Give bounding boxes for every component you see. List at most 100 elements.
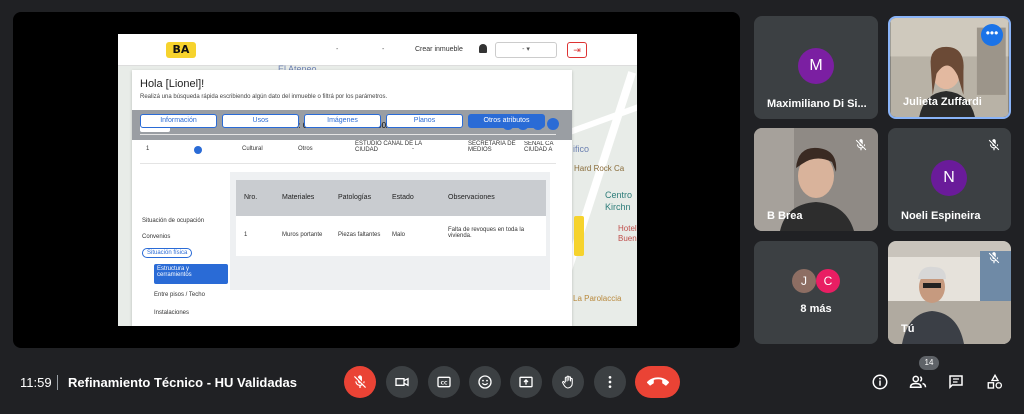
camera-toggle-button[interactable] — [386, 366, 418, 398]
map-label: Kirchn — [605, 202, 631, 212]
th-nro: Nro. — [244, 194, 258, 201]
avatar: N — [931, 160, 967, 196]
more-options-icon[interactable]: ••• — [981, 24, 1003, 46]
captions-icon: CC — [437, 376, 451, 388]
map-label: Hotel — [618, 224, 637, 233]
info-senal: SEÑAL CA CIUDAD A — [524, 141, 554, 153]
chat-button[interactable] — [946, 372, 966, 392]
info-otros: Otros — [298, 146, 313, 152]
bell-icon[interactable] — [479, 44, 487, 53]
participant-tile[interactable]: N Noeli Espineira — [888, 128, 1011, 231]
presentation-stage: BA - - Crear inmueble - ▾ ⇥ El Ateneo if… — [13, 12, 740, 348]
estructura-table: Nro. Materiales Patologías Estado Observ… — [230, 172, 550, 290]
mic-off-icon — [854, 138, 868, 152]
present-icon — [519, 376, 533, 388]
th-patologias: Patologías — [338, 194, 372, 201]
mic-toggle-button[interactable] — [344, 366, 376, 398]
greeting: Hola [Lionel]! — [140, 78, 205, 90]
td-estado: Malo — [392, 232, 406, 238]
meeting-title: Refinamiento Técnico - HU Validadas — [68, 375, 297, 390]
leave-call-button[interactable] — [635, 366, 680, 398]
app-topbar: BA - - Crear inmueble - ▾ ⇥ — [118, 34, 637, 66]
mic-off-icon — [354, 375, 366, 388]
th-materiales: Materiales — [282, 194, 315, 201]
table-row: 1 Muros portante Piezas faltantes Malo F… — [236, 216, 546, 256]
ba-logo: BA — [166, 42, 196, 58]
menu-estructura-cerramientos[interactable]: Estructura y cerramientos — [154, 264, 228, 284]
raise-hand-button[interactable] — [552, 366, 584, 398]
nav-item-2[interactable]: - — [382, 46, 384, 53]
property-tabs: Información Usos Imágenes Planos Otros a… — [140, 114, 545, 128]
th-estado: Estado — [392, 194, 414, 201]
menu-situacion-ocupacion[interactable]: Situación de ocupación — [142, 218, 204, 224]
info-secretaria: SECRETARIA DE MEDIOS — [468, 141, 516, 153]
participant-name: Maximiliano Di Si... — [767, 98, 867, 110]
info-row: 1 Cultural Otros ESTUDIO CANAL DE LA CIU… — [140, 134, 556, 164]
tab-informacion[interactable]: Información — [140, 114, 217, 128]
chat-icon — [949, 375, 963, 390]
info-estudio: ESTUDIO CANAL DE LA CIUDAD — [355, 141, 422, 153]
map-label: Centro — [605, 190, 633, 200]
divider — [57, 375, 58, 390]
people-button[interactable] — [908, 372, 928, 392]
emoji-icon — [478, 375, 492, 389]
participant-count-badge: 14 — [919, 356, 939, 370]
user-select-value: - — [522, 46, 525, 53]
participant-name: B Brea — [767, 210, 803, 222]
menu-instalaciones[interactable]: Instalaciones — [154, 310, 189, 316]
more-participants-tile[interactable]: J C 8 más — [754, 241, 878, 344]
menu-situacion-fisica[interactable]: Situación física — [142, 248, 193, 258]
crear-inmueble-link[interactable]: Crear inmueble — [415, 46, 463, 53]
map-label: Bueno — [618, 234, 637, 243]
meeting-controls-bar: 11:59 Refinamiento Técnico - HU Validada… — [0, 356, 1024, 414]
present-screen-button[interactable] — [510, 366, 542, 398]
tab-usos[interactable]: Usos — [222, 114, 299, 128]
hand-icon — [562, 375, 573, 389]
info-dot-icon — [194, 146, 202, 154]
more-vert-icon — [608, 376, 612, 388]
tab-imagenes[interactable]: Imágenes — [304, 114, 381, 128]
activities-icon — [987, 373, 1003, 389]
camera-icon — [395, 377, 409, 387]
th-observaciones: Observaciones — [448, 194, 495, 201]
map-label: Hard Rock Ca — [574, 164, 625, 173]
participant-name: Noeli Espineira — [901, 210, 981, 222]
participant-tile-speaking[interactable]: ••• Julieta Zuffardi — [888, 16, 1011, 119]
greeting-subtitle: Realizá una búsqueda rápida escribiendo … — [140, 94, 388, 100]
captions-button[interactable]: CC — [428, 366, 460, 398]
avatar: M — [798, 48, 834, 84]
tab-otros-atributos[interactable]: Otros atributos — [468, 114, 545, 128]
menu-entre-pisos[interactable]: Entre pisos / Techo — [154, 292, 205, 298]
info-cultural: Cultural — [242, 146, 263, 152]
svg-text:CC: CC — [441, 380, 448, 386]
participant-tile[interactable]: B Brea — [754, 128, 878, 231]
td-nro: 1 — [244, 232, 248, 238]
participant-tile[interactable]: M Maximiliano Di Si... — [754, 16, 878, 119]
participant-name: Julieta Zuffardi — [903, 96, 982, 108]
td-observaciones: Falta de revoques en toda la vivienda. — [448, 227, 525, 239]
hang-up-icon — [646, 377, 669, 386]
avatar: J — [792, 269, 816, 293]
activities-button[interactable] — [985, 372, 1005, 392]
info-icon — [872, 374, 888, 390]
table-header: Nro. Materiales Patologías Estado Observ… — [236, 180, 546, 216]
nav-item-1[interactable]: - — [336, 46, 338, 53]
td-materiales: Muros portante — [282, 232, 323, 238]
meeting-details-button[interactable] — [870, 372, 890, 392]
self-tile[interactable]: Tú — [888, 241, 1011, 344]
user-select[interactable]: - ▾ — [495, 42, 557, 58]
share-icon[interactable] — [547, 118, 559, 130]
td-patologias: Piezas faltantes — [338, 232, 381, 238]
more-participants-label: 8 más — [800, 303, 832, 315]
map-panel-toggle[interactable] — [574, 216, 584, 256]
logout-icon[interactable]: ⇥ — [567, 42, 587, 58]
avatar: C — [816, 269, 840, 293]
participant-name: Tú — [901, 323, 915, 335]
more-options-button[interactable] — [594, 366, 626, 398]
mic-off-icon — [987, 138, 1001, 152]
people-icon — [909, 375, 927, 388]
tab-planos[interactable]: Planos — [386, 114, 463, 128]
reactions-button[interactable] — [469, 366, 501, 398]
map-label: ifico — [573, 144, 590, 154]
menu-convenios[interactable]: Convenios — [142, 234, 170, 240]
